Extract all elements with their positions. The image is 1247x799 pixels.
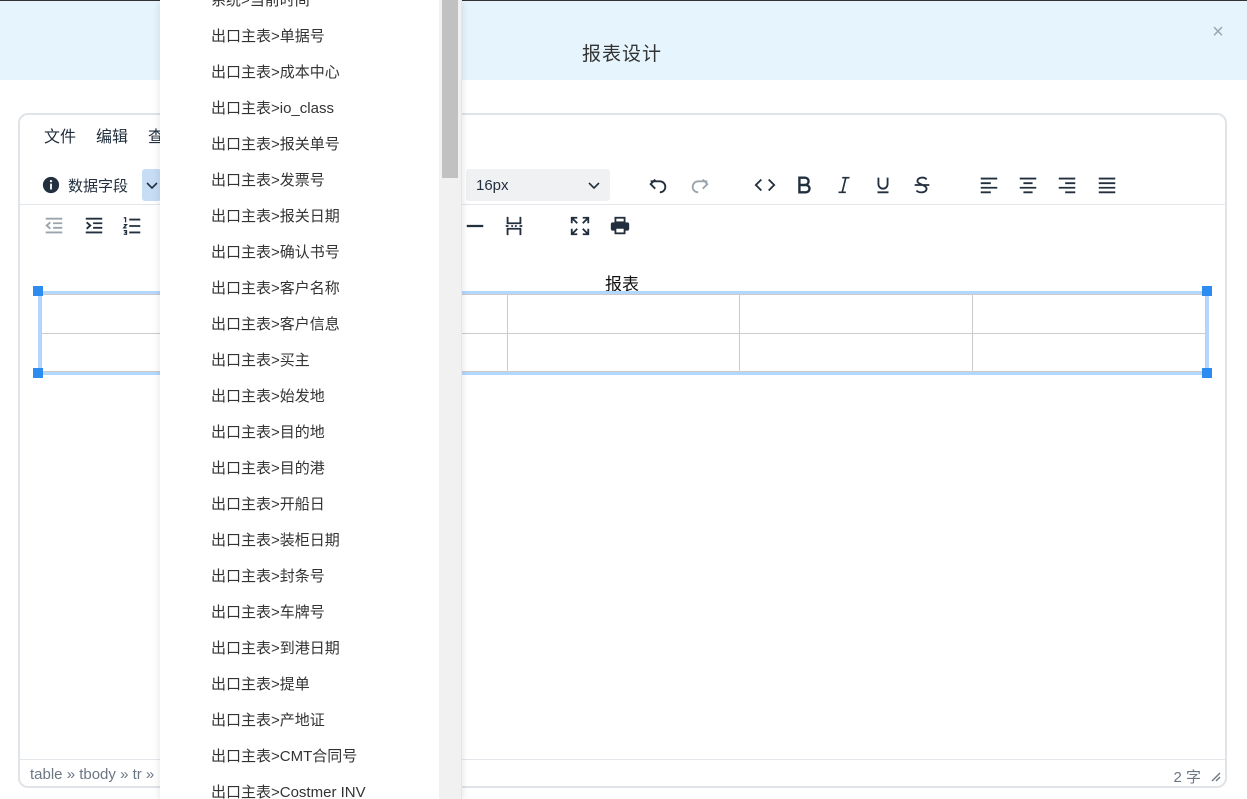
- table-cell[interactable]: [972, 332, 1206, 372]
- resize-handle-top-right[interactable]: [1202, 286, 1212, 296]
- horizontal-line-button[interactable]: [459, 210, 491, 242]
- menu-edit[interactable]: 编辑: [86, 125, 138, 153]
- chevron-down-icon: [145, 182, 158, 190]
- indent-button[interactable]: [78, 210, 110, 242]
- fullscreen-button[interactable]: [564, 210, 596, 242]
- dropdown-item[interactable]: 出口主表>单据号: [160, 19, 440, 55]
- dropdown-item[interactable]: 出口主表>Costmer INV: [160, 775, 440, 799]
- dropdown-item[interactable]: 出口主表>始发地: [160, 379, 440, 415]
- undo-button[interactable]: [642, 169, 674, 201]
- data-fields-label: 数据字段: [68, 177, 129, 195]
- print-button[interactable]: [604, 210, 636, 242]
- dropdown-item[interactable]: 出口主表>产地证: [160, 703, 440, 739]
- info-icon: [42, 176, 60, 194]
- dropdown-item[interactable]: 出口主表>客户信息: [160, 307, 440, 343]
- undo-icon: [649, 178, 667, 194]
- dropdown-item[interactable]: 出口主表>封条号: [160, 559, 440, 595]
- page-break-button[interactable]: [498, 210, 530, 242]
- align-left-icon: [980, 177, 998, 194]
- horizontal-line-icon: [466, 224, 484, 228]
- numbered-list-button[interactable]: [116, 210, 148, 242]
- dropdown-item[interactable]: 出口主表>CMT合同号: [160, 739, 440, 775]
- page-break-icon: [505, 216, 523, 236]
- data-fields-button[interactable]: 数据字段: [42, 171, 128, 199]
- dropdown-item[interactable]: 出口主表>客户名称: [160, 271, 440, 307]
- resize-handle-bottom-left[interactable]: [33, 368, 43, 378]
- dropdown-item[interactable]: 出口主表>买主: [160, 343, 440, 379]
- align-right-icon: [1058, 177, 1076, 194]
- italic-button[interactable]: [828, 169, 860, 201]
- dropdown-item[interactable]: 出口主表>io_class: [160, 91, 440, 127]
- dropdown-item[interactable]: 出口主表>开船日: [160, 487, 440, 523]
- dropdown-item[interactable]: 出口主表>提单: [160, 667, 440, 703]
- table-cell[interactable]: [506, 294, 741, 334]
- outdent-icon: [45, 217, 63, 234]
- dropdown-item[interactable]: 出口主表>发票号: [160, 163, 440, 199]
- menu-file[interactable]: 文件: [34, 125, 86, 153]
- menubar: 文件 编辑 查: [20, 125, 174, 153]
- table-cell[interactable]: [739, 294, 974, 334]
- align-justify-button[interactable]: [1091, 169, 1123, 201]
- outdent-button[interactable]: [38, 210, 70, 242]
- align-justify-icon: [1098, 177, 1116, 194]
- close-button[interactable]: ×: [1209, 21, 1227, 43]
- dialog-title: 报表设计: [582, 44, 663, 65]
- fullscreen-icon: [570, 216, 590, 236]
- resize-grip-icon[interactable]: [1209, 770, 1221, 782]
- font-size-select[interactable]: 16px: [466, 169, 610, 201]
- data-fields-dropdown: 系统>当前时间 出口主表>单据号 出口主表>成本中心 出口主表>io_class 出口主…: [160, 0, 462, 799]
- code-icon: [754, 178, 776, 192]
- align-center-button[interactable]: [1012, 169, 1044, 201]
- redo-button[interactable]: [684, 169, 716, 201]
- dropdown-item[interactable]: 出口主表>成本中心: [160, 55, 440, 91]
- dropdown-item[interactable]: 出口主表>车牌号: [160, 595, 440, 631]
- redo-icon: [691, 178, 709, 194]
- indent-icon: [85, 217, 103, 234]
- bold-button[interactable]: [788, 169, 820, 201]
- dropdown-item[interactable]: 出口主表>到港日期: [160, 631, 440, 667]
- dropdown-item[interactable]: 出口主表>报关日期: [160, 199, 440, 235]
- align-center-icon: [1019, 177, 1037, 194]
- chevron-down-icon: [588, 182, 600, 190]
- dropdown-item[interactable]: 出口主表>装柜日期: [160, 523, 440, 559]
- data-fields-dropdown-toggle[interactable]: [142, 169, 161, 201]
- table-cell[interactable]: [972, 294, 1206, 334]
- dropdown-item[interactable]: 出口主表>目的港: [160, 451, 440, 487]
- close-icon: ×: [1212, 21, 1224, 43]
- resize-handle-bottom-right[interactable]: [1202, 368, 1212, 378]
- dropdown-item[interactable]: 系统>当前时间: [160, 0, 440, 19]
- underline-icon: [877, 177, 889, 194]
- strikethrough-button[interactable]: [906, 169, 938, 201]
- print-icon: [610, 216, 630, 235]
- dropdown-list: 系统>当前时间 出口主表>单据号 出口主表>成本中心 出口主表>io_class 出口主…: [160, 0, 440, 799]
- align-right-button[interactable]: [1051, 169, 1083, 201]
- element-path[interactable]: table » tbody » tr »: [30, 766, 154, 783]
- dropdown-item[interactable]: 出口主表>报关单号: [160, 127, 440, 163]
- bold-icon: [798, 176, 811, 194]
- underline-button[interactable]: [867, 169, 899, 201]
- align-left-button[interactable]: [973, 169, 1005, 201]
- numbered-list-icon: [122, 217, 141, 235]
- table-cell[interactable]: [506, 332, 741, 372]
- dropdown-scrollbar-thumb[interactable]: [442, 0, 458, 178]
- dropdown-item[interactable]: 出口主表>目的地: [160, 415, 440, 451]
- strikethrough-icon: [914, 176, 930, 194]
- word-count[interactable]: 2 字: [1173, 766, 1201, 786]
- table-cell[interactable]: [739, 332, 974, 372]
- resize-handle-top-left[interactable]: [33, 286, 43, 296]
- dropdown-scrollbar[interactable]: [439, 0, 461, 799]
- italic-icon: [838, 176, 850, 194]
- dropdown-item[interactable]: 出口主表>确认书号: [160, 235, 440, 271]
- source-code-button[interactable]: [749, 169, 781, 201]
- font-size-value: 16px: [476, 176, 509, 194]
